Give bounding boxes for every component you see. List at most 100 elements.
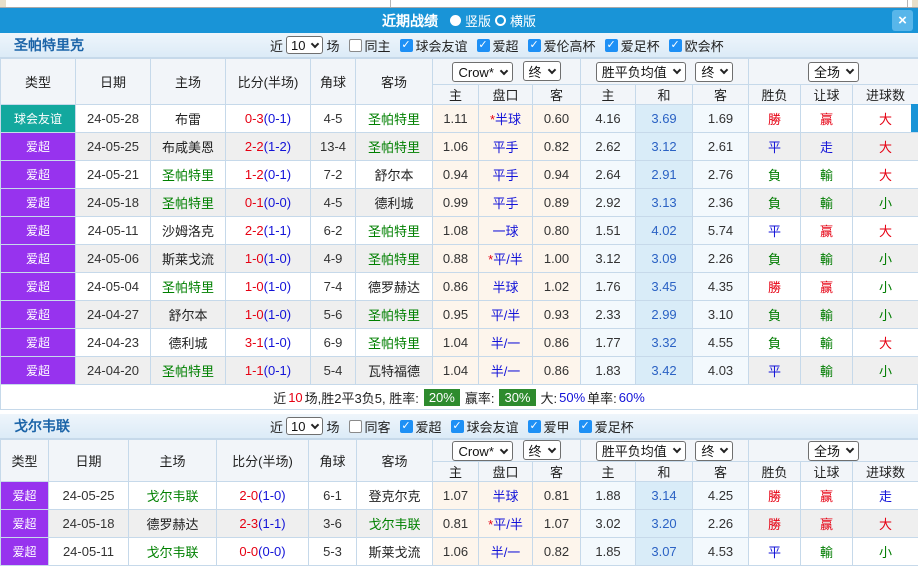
away-team-link[interactable]: 德罗赫达	[368, 280, 420, 295]
odds-group-header: Crow* 终	[433, 59, 581, 85]
avg-away-odds: 4.55	[693, 329, 749, 357]
home-team-link[interactable]: 沙姆洛克	[162, 224, 214, 239]
avg-draw-odds: 3.32	[636, 329, 693, 357]
away-team-link[interactable]: 舒尔本	[374, 168, 413, 183]
away-team-link[interactable]: 德利城	[374, 196, 413, 211]
away-team-link[interactable]: 圣帕特里	[368, 308, 420, 323]
summary-segment: 60%	[619, 390, 645, 405]
same-venue-checkbox[interactable]	[349, 420, 362, 433]
chevron-down-icon	[547, 65, 555, 73]
avg-time-select[interactable]: 终	[695, 62, 733, 82]
col-header-handicap: 盘口	[479, 85, 533, 105]
close-button[interactable]: ×	[892, 10, 913, 31]
away-team-link[interactable]: 圣帕特里	[368, 140, 420, 155]
half-time-score: (1-2)	[264, 139, 291, 154]
away-team-link[interactable]: 圣帕特里	[368, 252, 420, 267]
handicap-cell: 平手	[479, 133, 533, 161]
avg-type-select[interactable]: 胜平负均值	[596, 441, 686, 461]
check-icon: ✓	[401, 421, 410, 432]
home-team-link[interactable]: 戈尔韦联	[146, 545, 198, 560]
handicap-line: 半/一	[491, 364, 521, 379]
home-team-link[interactable]: 圣帕特里	[162, 280, 214, 295]
avg-time-select[interactable]: 终	[695, 441, 733, 461]
handicap-line: 平手	[492, 168, 518, 183]
chevron-down-icon	[846, 445, 854, 453]
handicap-result: 輸	[801, 245, 853, 273]
chevron-down-icon	[846, 66, 854, 74]
home-team-link[interactable]: 圣帕特里	[162, 364, 214, 379]
competition-checkbox[interactable]: ✓	[528, 420, 541, 433]
away-team-cell: 瓦特福德	[356, 357, 433, 385]
avg-away-odds: 2.26	[693, 245, 749, 273]
score-cell: 1-0(1-0)	[226, 273, 311, 301]
scope-group-header: 全场	[749, 440, 918, 462]
handicap-cell: 平/半	[479, 301, 533, 329]
same-venue-checkbox[interactable]	[349, 39, 362, 52]
competition-checkbox[interactable]: ✓	[669, 39, 682, 52]
layout-radio-selected[interactable]	[450, 15, 461, 26]
corner-count: 6-9	[311, 329, 356, 357]
away-team-cell: 圣帕特里	[356, 105, 433, 133]
away-team-link[interactable]: 圣帕特里	[368, 112, 420, 127]
goals-result-text: 小	[879, 252, 892, 267]
half-time-score: (1-0)	[264, 279, 291, 294]
competition-checkbox[interactable]: ✓	[477, 39, 490, 52]
home-team-link[interactable]: 德罗赫达	[146, 517, 198, 532]
competition-checkbox[interactable]: ✓	[528, 39, 541, 52]
home-team-link[interactable]: 布咸美恩	[162, 140, 214, 155]
handicap-result: 赢	[801, 105, 853, 133]
away-team-link[interactable]: 瓦特福德	[368, 364, 420, 379]
avg-home-odds: 1.83	[581, 357, 636, 385]
home-team-link[interactable]: 圣帕特里	[162, 168, 214, 183]
odds-home: 0.95	[433, 301, 479, 329]
layout-radio-unselected[interactable]	[495, 15, 506, 26]
avg-away-odds: 5.74	[693, 217, 749, 245]
away-team-link[interactable]: 圣帕特里	[368, 336, 420, 351]
odds-time-select[interactable]: 终	[523, 61, 561, 81]
away-team-link[interactable]: 斯莱戈流	[368, 545, 420, 560]
scope-select[interactable]: 全场	[808, 62, 859, 82]
handicap-cell: *平/半	[479, 510, 533, 538]
away-team-link[interactable]: 戈尔韦联	[368, 517, 420, 532]
avg-home-odds: 1.77	[581, 329, 636, 357]
col-header-avg-home: 主	[581, 85, 636, 105]
avg-draw-odds: 2.91	[636, 161, 693, 189]
layout-option: 竖版	[450, 11, 491, 30]
away-team-link[interactable]: 登克尔克	[368, 489, 420, 504]
odds-source-select[interactable]: Crow*	[452, 441, 512, 461]
avg-away-odds: 4.25	[693, 482, 749, 510]
match-count-select[interactable]: 10	[286, 36, 323, 54]
score-cell: 2-3(1-1)	[217, 510, 309, 538]
match-date: 24-05-11	[76, 217, 151, 245]
competition-checkbox[interactable]: ✓	[400, 420, 413, 433]
scrollbar-thumb[interactable]	[911, 104, 918, 132]
odds-away: 0.81	[533, 482, 581, 510]
home-team-link[interactable]: 布雷	[175, 112, 201, 127]
home-team-link[interactable]: 舒尔本	[168, 308, 207, 323]
odds-home: 1.11	[433, 105, 479, 133]
avg-draw-odds: 3.20	[636, 510, 693, 538]
home-team-link[interactable]: 圣帕特里	[162, 196, 214, 211]
odds-away: 0.60	[533, 105, 581, 133]
odds-source-select[interactable]: Crow*	[452, 62, 512, 82]
handicap-result: 赢	[801, 510, 853, 538]
goals-result-text: 小	[879, 308, 892, 323]
avg-type-select[interactable]: 胜平负均值	[596, 62, 686, 82]
scope-select[interactable]: 全场	[808, 441, 859, 461]
odds-away: 0.82	[533, 538, 581, 566]
home-team-link[interactable]: 戈尔韦联	[146, 489, 198, 504]
match-count-select[interactable]: 10	[286, 417, 323, 435]
away-team-link[interactable]: 圣帕特里	[368, 224, 420, 239]
competition-checkbox[interactable]: ✓	[451, 420, 464, 433]
competition-checkbox[interactable]: ✓	[579, 420, 592, 433]
home-team-link[interactable]: 斯莱戈流	[162, 252, 214, 267]
home-team-link[interactable]: 德利城	[168, 336, 207, 351]
away-team-cell: 圣帕特里	[356, 329, 433, 357]
score-cell: 3-1(1-0)	[226, 329, 311, 357]
odds-time-select[interactable]: 终	[523, 440, 561, 460]
corner-count: 5-6	[311, 301, 356, 329]
odds-home: 0.94	[433, 161, 479, 189]
competition-checkbox[interactable]: ✓	[605, 39, 618, 52]
competition-checkbox[interactable]: ✓	[400, 39, 413, 52]
handicap-cell: 平手	[479, 161, 533, 189]
